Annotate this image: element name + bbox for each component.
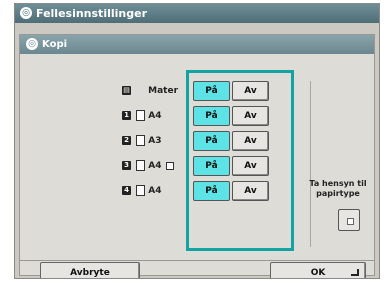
off-button-mater[interactable]: Av — [232, 81, 269, 101]
off-button-tray4[interactable]: Av — [232, 181, 269, 201]
tray-number-badge: 4 — [122, 186, 131, 195]
on-button-tray1[interactable]: På — [193, 106, 230, 126]
row-label-tray4: 4 A4 — [122, 181, 162, 201]
copy-app-icon: ◎ — [26, 38, 38, 50]
settings-app-icon: ◎ — [20, 7, 32, 19]
ok-button[interactable]: OK — [270, 262, 366, 278]
row-label-tray2: 2 A3 — [122, 131, 162, 151]
row-label-tray3: 3 A4 — [122, 156, 174, 176]
checkbox-icon — [347, 218, 354, 225]
paper-tray-icon — [136, 135, 146, 146]
row-label-text: A4 — [148, 186, 162, 196]
section-divider — [310, 81, 311, 247]
settings-screen: ◎ Fellesinnstillinger ◎ Kopi ▤ Mater 1 A… — [14, 3, 380, 279]
off-button-tray2[interactable]: Av — [232, 131, 269, 151]
paper-type-label: Ta hensyn til papirtype — [309, 179, 367, 198]
row-label-text: A3 — [148, 136, 162, 146]
tray-number-badge: 3 — [122, 161, 131, 170]
row-label-text: A4 — [148, 111, 162, 121]
on-button-tray4[interactable]: På — [193, 181, 230, 201]
landscape-orientation-icon — [165, 161, 174, 170]
window-title: Fellesinnstillinger — [36, 7, 147, 20]
tray-number-badge: 1 — [122, 111, 131, 120]
off-button-tray1[interactable]: Av — [232, 106, 269, 126]
paper-type-toggle-button[interactable] — [338, 209, 360, 231]
window-title-bar: ◎ Fellesinnstillinger — [15, 4, 379, 23]
on-button-mater[interactable]: På — [193, 81, 230, 101]
row-label-mater: ▤ Mater — [122, 81, 178, 101]
row-label-text: Mater — [148, 86, 179, 96]
on-button-tray2[interactable]: På — [193, 131, 230, 151]
dialog-title: Kopi — [42, 39, 68, 50]
row-label-tray1: 1 A4 — [122, 106, 162, 126]
enter-icon — [351, 269, 359, 276]
paper-tray-icon — [136, 110, 146, 121]
kopi-panel: ◎ Kopi ▤ Mater 1 A4 2 A3 3 A4 4 A4 På Av… — [19, 34, 375, 278]
tray-number-badge: 2 — [122, 136, 131, 145]
on-button-tray3[interactable]: På — [193, 156, 230, 176]
feeder-icon: ▤ — [122, 86, 131, 95]
paper-tray-icon — [136, 160, 146, 171]
ok-label: OK — [310, 268, 326, 278]
footer-divider — [20, 260, 374, 261]
cancel-button[interactable]: Avbryte — [40, 262, 140, 278]
off-button-tray3[interactable]: Av — [232, 156, 269, 176]
dialog-header: ◎ Kopi — [20, 35, 374, 54]
paper-tray-icon — [136, 185, 146, 196]
row-label-text: A4 — [148, 161, 162, 171]
